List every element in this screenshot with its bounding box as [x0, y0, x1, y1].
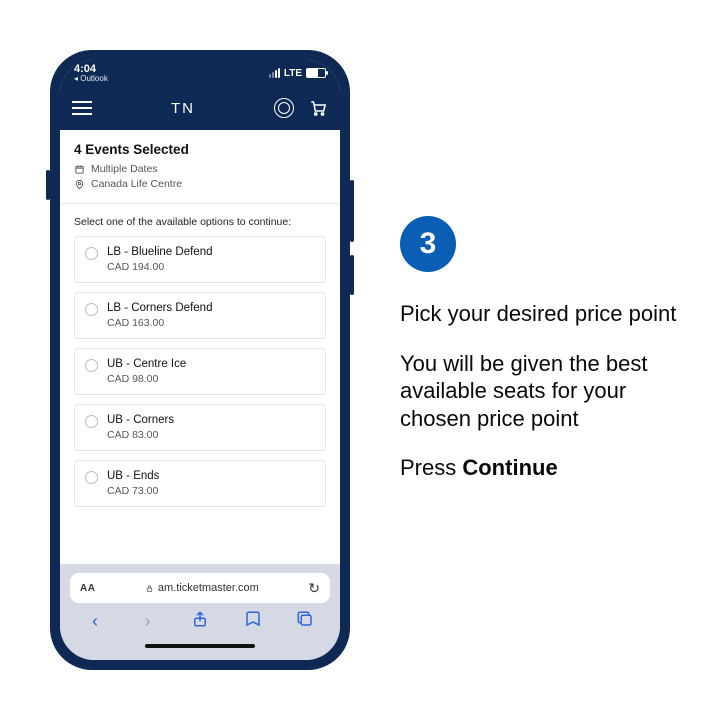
cart-icon[interactable] — [308, 99, 328, 117]
status-bar: 4:04 ◂ Outlook LTE — [60, 60, 340, 86]
option-price: CAD 194.00 — [107, 261, 212, 273]
menu-icon[interactable] — [72, 101, 92, 115]
radio-icon[interactable] — [85, 359, 98, 372]
price-option[interactable]: LB - Blueline Defend CAD 194.00 — [74, 236, 326, 283]
price-option[interactable]: UB - Ends CAD 73.00 — [74, 460, 326, 507]
instruction-caption: 3 Pick your desired price point You will… — [400, 216, 680, 504]
nav-forward-icon: › — [131, 611, 165, 632]
lock-icon — [145, 584, 154, 593]
radio-icon[interactable] — [85, 471, 98, 484]
option-price: CAD 98.00 — [107, 373, 186, 385]
events-selected-title: 4 Events Selected — [74, 142, 326, 157]
text-size-button[interactable]: AA — [80, 583, 95, 594]
safari-chrome: AA am.ticketmaster.com ↻ ‹ › — [60, 564, 340, 660]
phone-frame: 4:04 ◂ Outlook LTE TN — [50, 50, 350, 670]
instruction-text: Select one of the available options to c… — [60, 204, 340, 236]
calendar-icon — [74, 164, 85, 175]
url-bar[interactable]: AA am.ticketmaster.com ↻ — [70, 573, 330, 603]
location-icon — [74, 179, 85, 190]
url-domain: am.ticketmaster.com — [158, 582, 259, 594]
price-option[interactable]: LB - Corners Defend CAD 163.00 — [74, 292, 326, 339]
home-indicator[interactable] — [145, 644, 255, 648]
nav-back-icon[interactable]: ‹ — [78, 611, 112, 632]
event-dates: Multiple Dates — [74, 163, 326, 175]
caption-line-1: Pick your desired price point — [400, 300, 676, 328]
share-icon[interactable] — [183, 610, 217, 633]
option-name: UB - Ends — [107, 470, 159, 482]
price-options-list: LB - Blueline Defend CAD 194.00 LB - Cor… — [60, 236, 340, 517]
price-option[interactable]: UB - Corners CAD 83.00 — [74, 404, 326, 451]
radio-icon[interactable] — [85, 303, 98, 316]
option-name: UB - Corners — [107, 414, 174, 426]
caption-line-3: Press Continue — [400, 454, 558, 482]
option-price: CAD 73.00 — [107, 485, 159, 497]
option-name: LB - Corners Defend — [107, 302, 212, 314]
battery-icon — [306, 68, 326, 78]
tabs-icon[interactable] — [288, 610, 322, 633]
caption-line-2: You will be given the best available sea… — [400, 350, 680, 433]
bookmarks-icon[interactable] — [236, 610, 270, 633]
signal-icon — [269, 68, 280, 78]
option-name: LB - Blueline Defend — [107, 246, 212, 258]
reload-icon[interactable]: ↻ — [308, 580, 320, 597]
phone-screen: 4:04 ◂ Outlook LTE TN — [60, 60, 340, 660]
option-name: UB - Centre Ice — [107, 358, 186, 370]
app-bar: TN — [60, 86, 340, 130]
radio-icon[interactable] — [85, 247, 98, 260]
step-number-badge: 3 — [400, 216, 456, 272]
event-venue: Canada Life Centre — [74, 178, 326, 190]
price-option[interactable]: UB - Centre Ice CAD 98.00 — [74, 348, 326, 395]
radio-icon[interactable] — [85, 415, 98, 428]
option-price: CAD 83.00 — [107, 429, 174, 441]
selection-header: 4 Events Selected Multiple Dates Canada … — [60, 130, 340, 204]
network-label: LTE — [284, 68, 302, 79]
account-icon[interactable] — [274, 98, 294, 118]
option-price: CAD 163.00 — [107, 317, 212, 329]
back-to-app[interactable]: ◂ Outlook — [74, 75, 108, 83]
app-logo: TN — [171, 100, 195, 117]
